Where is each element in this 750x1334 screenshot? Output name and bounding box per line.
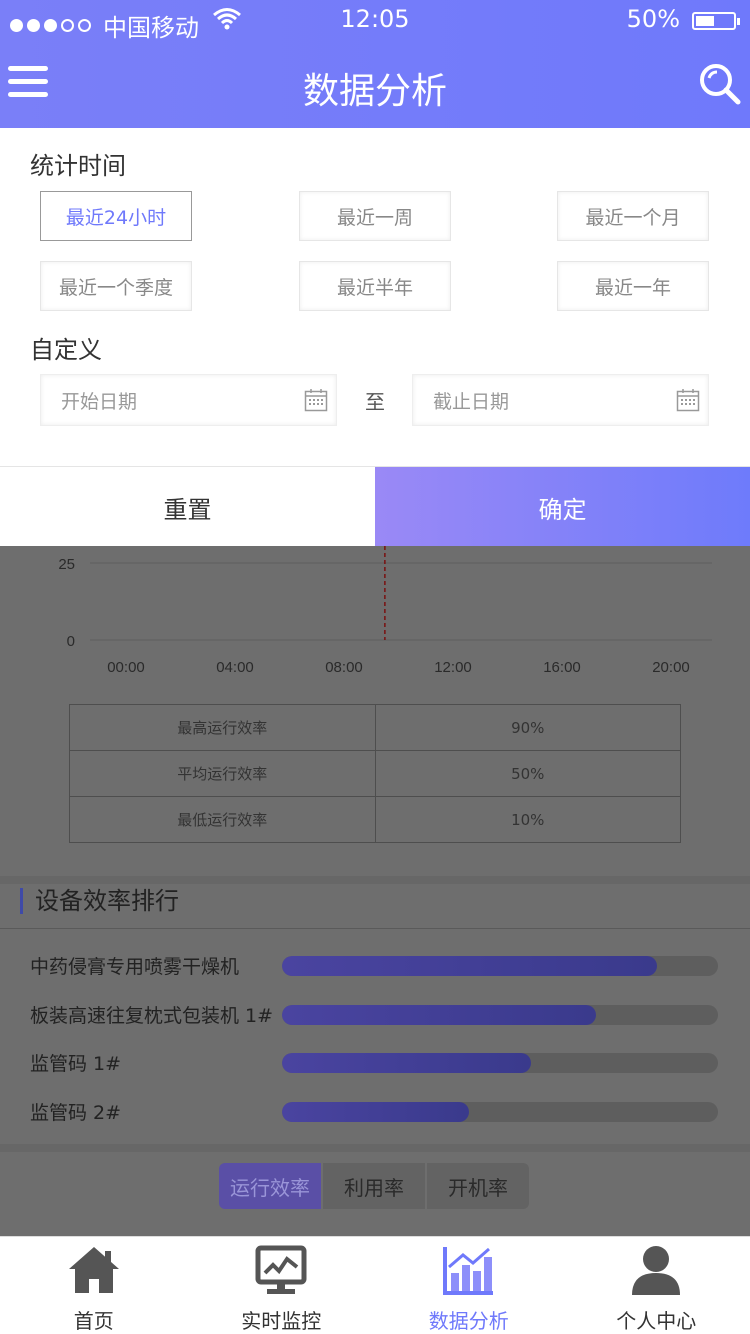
tab-home-label: 首页 xyxy=(73,1309,114,1333)
metric-tabs: 运行效率 利用率 开机率 xyxy=(219,1163,529,1209)
ranking-progress-track xyxy=(282,1053,718,1073)
ranking-item: 板装高速往复枕式包装机 1# xyxy=(0,997,750,1037)
stat-time-title: 统计时间 xyxy=(30,152,126,180)
battery-level xyxy=(696,16,714,26)
start-date-placeholder: 开始日期 xyxy=(61,390,138,413)
tab-profile[interactable]: 个人中心 xyxy=(563,1237,750,1334)
ranking-item-name: 监管码 1# xyxy=(30,1053,122,1075)
efficiency-line-chart: 25 0 00:00 04:00 08:00 12:00 16:00 20:00 xyxy=(58,546,712,676)
ranking-item-name: 监管码 2# xyxy=(30,1102,122,1124)
search-icon[interactable] xyxy=(698,62,742,106)
reset-button[interactable]: 重置 xyxy=(0,467,375,547)
stats-label: 最低运行效率 xyxy=(69,796,376,843)
ranking-item: 中药侵膏专用喷雾干燥机 xyxy=(0,948,750,988)
page-title: 数据分析 xyxy=(302,71,447,112)
ranking-item: 监管码 1# xyxy=(0,1045,750,1085)
nav-bar: 数据分析 xyxy=(0,44,750,128)
dimmed-content: 25 0 00:00 04:00 08:00 12:00 16:00 20:00 最高运行效率… xyxy=(0,546,750,1236)
x-tick-label: 04:00 xyxy=(216,659,254,676)
ranking-progress-fill xyxy=(282,956,657,976)
y-tick-label: 25 xyxy=(58,556,75,573)
x-tick-label: 00:00 xyxy=(107,659,145,676)
option-last-half-year[interactable]: 最近半年 xyxy=(299,261,451,311)
tab-uptime[interactable]: 开机率 xyxy=(427,1163,529,1209)
home-icon xyxy=(68,1247,119,1293)
tab-profile-label: 个人中心 xyxy=(616,1309,697,1333)
tab-run-efficiency[interactable]: 运行效率 xyxy=(219,1163,321,1209)
section-divider xyxy=(0,1144,750,1152)
tab-monitor-label: 实时监控 xyxy=(241,1309,322,1333)
tab-analysis-label: 数据分析 xyxy=(428,1309,509,1333)
x-tick-label: 16:00 xyxy=(543,659,581,676)
ranking-progress-track xyxy=(282,956,718,976)
tab-home[interactable]: 首页 xyxy=(0,1237,188,1334)
ranking-item-name: 板装高速往复枕式包装机 1# xyxy=(30,1005,274,1027)
stats-label: 平均运行效率 xyxy=(69,750,376,797)
ranking-progress-track xyxy=(282,1102,718,1122)
user-icon xyxy=(632,1246,681,1295)
section-divider xyxy=(0,876,750,884)
calendar-icon[interactable] xyxy=(304,388,328,412)
battery-icon xyxy=(692,12,740,30)
stats-row: 平均运行效率 50% xyxy=(69,750,681,797)
confirm-button[interactable]: 确定 xyxy=(375,467,750,547)
date-range-separator: 至 xyxy=(365,390,385,414)
monitor-icon xyxy=(255,1245,307,1294)
stats-value: 90% xyxy=(374,704,681,751)
header: 中国移动 12:05 50% 数据分析 xyxy=(0,0,750,128)
option-last-month[interactable]: 最近一个月 xyxy=(557,191,709,241)
filter-panel: 统计时间 最近24小时 最近一周 最近一个月 最近一个季度 最近半年 最近一年 … xyxy=(0,128,750,466)
stats-label: 最高运行效率 xyxy=(69,704,376,751)
calendar-icon[interactable] xyxy=(676,388,700,412)
start-date-field[interactable]: 开始日期 xyxy=(40,374,337,426)
option-last-24h[interactable]: 最近24小时 xyxy=(40,191,192,241)
bottom-tab-bar: 首页 实时监控 数据分析 个人中心 xyxy=(0,1236,750,1334)
tab-monitor[interactable]: 实时监控 xyxy=(188,1237,376,1334)
ranking-progress-fill xyxy=(282,1005,596,1025)
y-tick-label: 0 xyxy=(67,633,75,650)
stats-value: 50% xyxy=(374,750,681,797)
x-tick-label: 08:00 xyxy=(325,659,363,676)
option-last-year[interactable]: 最近一年 xyxy=(557,261,709,311)
tab-analysis[interactable]: 数据分析 xyxy=(375,1237,563,1334)
ranking-progress-fill xyxy=(282,1102,470,1122)
tab-utilization[interactable]: 利用率 xyxy=(323,1163,425,1209)
bar-chart-icon xyxy=(442,1247,493,1295)
ranking-item: 监管码 2# xyxy=(0,1094,750,1134)
stats-row: 最低运行效率 10% xyxy=(69,796,681,843)
option-last-quarter[interactable]: 最近一个季度 xyxy=(40,261,192,311)
battery-percent: 50% xyxy=(626,5,680,33)
ranking-title: 设备效率排行 xyxy=(20,888,179,914)
x-tick-label: 12:00 xyxy=(434,659,472,676)
stats-value: 10% xyxy=(374,796,681,843)
option-last-week[interactable]: 最近一周 xyxy=(299,191,451,241)
custom-title: 自定义 xyxy=(30,336,102,364)
ranking-progress-fill xyxy=(282,1053,531,1073)
x-tick-label: 20:00 xyxy=(652,659,690,676)
status-bar: 中国移动 12:05 50% xyxy=(0,0,750,42)
end-date-field[interactable]: 截止日期 xyxy=(412,374,709,426)
ranking-title-divider xyxy=(0,928,750,929)
end-date-placeholder: 截止日期 xyxy=(433,390,510,413)
filter-action-row: 重置 确定 xyxy=(0,466,750,547)
stats-table: 最高运行效率 90% 平均运行效率 50% 最低运行效率 10% xyxy=(69,704,681,843)
ranking-item-name: 中药侵膏专用喷雾干燥机 xyxy=(30,956,240,978)
ranking-progress-track xyxy=(282,1005,718,1025)
stats-row: 最高运行效率 90% xyxy=(69,704,681,751)
